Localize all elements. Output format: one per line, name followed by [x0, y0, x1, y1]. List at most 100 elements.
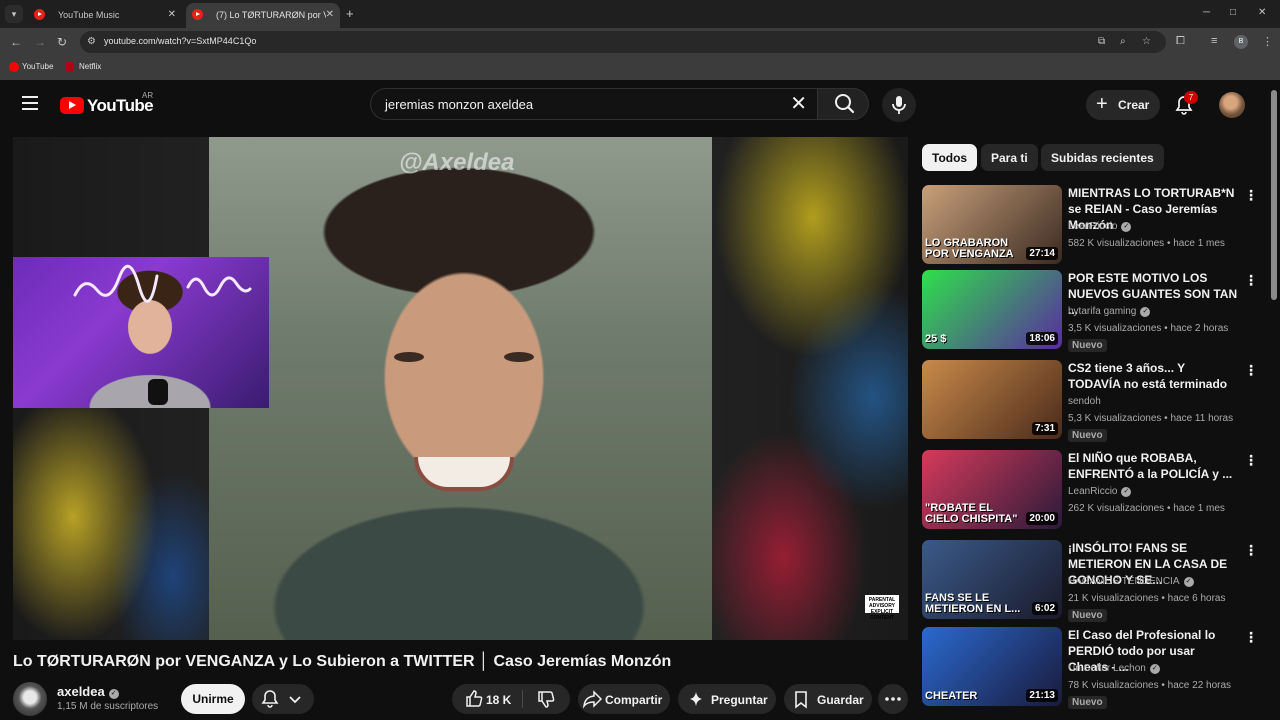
- channel-name[interactable]: axeldea ✓: [57, 684, 119, 699]
- like-dislike-group: 18 K: [452, 684, 570, 714]
- reload-icon[interactable]: ↻: [57, 35, 67, 49]
- bookmark-youtube[interactable]: YouTube: [9, 62, 53, 72]
- extensions-icon[interactable]: ⧠: [1176, 35, 1185, 48]
- chip-subidas-recientes[interactable]: Subidas recientes: [1041, 144, 1164, 171]
- close-icon[interactable]: ✕: [168, 9, 176, 20]
- recommendation-channel[interactable]: HAGAMOS TENDENCIA ✓: [1068, 576, 1194, 587]
- channel-avatar[interactable]: [13, 682, 47, 716]
- join-button[interactable]: Unirme: [181, 684, 245, 714]
- media-controls-icon[interactable]: ≡: [1211, 35, 1217, 47]
- account-avatar[interactable]: [1219, 92, 1245, 118]
- more-vertical-icon[interactable]: ⋮: [1244, 362, 1258, 379]
- duration-badge: 27:14: [1026, 247, 1058, 260]
- duration-badge: 6:02: [1031, 602, 1058, 615]
- recommendation-channel[interactable]: sendoh: [1068, 396, 1101, 407]
- video-thumbnail[interactable]: 25 $ 18:06: [922, 270, 1062, 349]
- verified-icon: ✓: [1121, 222, 1132, 232]
- channel-name-text[interactable]: Un Señor Lechon: [1068, 663, 1146, 674]
- address-bar[interactable]: ⚙ youtube.com/watch?v=SxtMP44C1Qo ⧉ ⌕ ☆: [80, 31, 1166, 53]
- recommendation-item[interactable]: FANS SE LE METIERON EN L... 6:02 ¡INSÓLITO…: [922, 540, 1262, 622]
- video-thumbnail[interactable]: 7:31: [922, 360, 1062, 439]
- video-thumbnail[interactable]: CHEATER 21:13: [922, 627, 1062, 706]
- video-thumbnail[interactable]: FANS SE LE METIERON EN L... 6:02: [922, 540, 1062, 619]
- browser-toolbar: ← → ↻ ⚙ youtube.com/watch?v=SxtMP44C1Qo …: [0, 28, 1280, 56]
- recommendation-title[interactable]: CS2 tiene 3 años... Y TODAVÍA no está te…: [1068, 360, 1238, 392]
- clear-search-icon[interactable]: ✕: [790, 93, 807, 115]
- voice-search-button[interactable]: [882, 88, 916, 122]
- browser-tab-youtube-music[interactable]: YouTube Music ✕: [28, 3, 182, 28]
- page-scrollbar[interactable]: [1271, 90, 1277, 300]
- verified-icon: ✓: [108, 689, 119, 699]
- bookmark-netflix[interactable]: Netflix: [66, 62, 101, 72]
- share-button[interactable]: Compartir: [578, 684, 670, 714]
- recommendation-meta: 582 K visualizaciones • hace 1 mes: [1068, 238, 1225, 249]
- browser-profile-avatar[interactable]: B: [1234, 35, 1248, 49]
- channel-name-text[interactable]: axeldea: [57, 684, 105, 699]
- subscription-notifications-button[interactable]: [252, 684, 314, 714]
- bell-icon: [261, 690, 301, 708]
- new-tab-button[interactable]: +: [346, 6, 354, 21]
- dislike-button[interactable]: [524, 684, 570, 714]
- more-vertical-icon[interactable]: ⋮: [1244, 187, 1258, 204]
- youtube-favicon-icon: [192, 9, 203, 20]
- more-vertical-icon[interactable]: ⋮: [1244, 272, 1258, 289]
- url-text[interactable]: youtube.com/watch?v=SxtMP44C1Qo: [104, 36, 256, 46]
- like-button[interactable]: 18 K: [452, 684, 522, 714]
- more-vertical-icon[interactable]: ⋮: [1244, 629, 1258, 646]
- video-title: Lo TØRTURARØN por VENGANZA y Lo Subieron…: [13, 653, 672, 670]
- forward-arrow-icon[interactable]: →: [34, 35, 46, 49]
- channel-name-text[interactable]: sendoh: [1068, 396, 1101, 407]
- more-vertical-icon[interactable]: ⋮: [1244, 542, 1258, 559]
- video-thumbnail[interactable]: "ROBATE EL CIELO CHISPITA" 20:00: [922, 450, 1062, 529]
- close-window-icon[interactable]: ✕: [1258, 7, 1266, 18]
- recommendation-channel[interactable]: LeanRiccio ✓: [1068, 486, 1132, 497]
- chip-todos[interactable]: Todos: [922, 144, 978, 171]
- more-vertical-icon[interactable]: ⋮: [1244, 452, 1258, 469]
- more-actions-button[interactable]: [878, 684, 908, 714]
- install-app-icon[interactable]: ⧉: [1098, 36, 1105, 47]
- chip-para-ti[interactable]: Para ti: [981, 144, 1038, 171]
- video-thumbnail[interactable]: LO GRABARON POR VENGANZA 27:14: [922, 185, 1062, 264]
- recommendation-channel[interactable]: LeanRiccio ✓: [1068, 221, 1132, 232]
- search-input[interactable]: jeremias monzon axeldea: [385, 97, 533, 112]
- thumbs-down-icon: [538, 691, 555, 708]
- recommendation-item[interactable]: LO GRABARON POR VENGANZA 27:14 MIENTRAS LO…: [922, 185, 1262, 267]
- youtube-favicon-icon: [9, 62, 19, 72]
- maximize-icon[interactable]: □: [1230, 7, 1236, 18]
- ask-label: Preguntar: [711, 693, 768, 707]
- channel-name-text[interactable]: LeanRiccio: [1068, 221, 1117, 232]
- recommendation-item[interactable]: CHEATER 21:13 El Caso del Profesional lo P…: [922, 627, 1262, 709]
- bookmark-icon: [795, 691, 807, 709]
- search-button[interactable]: [817, 88, 869, 120]
- recommendation-item[interactable]: 7:31 CS2 tiene 3 años... Y TODAVÍA no est…: [922, 360, 1262, 442]
- country-code: AR: [142, 91, 154, 100]
- microphone-icon: [892, 96, 906, 114]
- video-player[interactable]: @Axeldea PARENTAL ADVISORY EXPLICIT CONT…: [13, 137, 908, 640]
- recommendation-item[interactable]: 25 $18:06 POR ESTE MOTIVO LOS NUEVOS GUAN…: [922, 270, 1262, 352]
- back-arrow-icon[interactable]: ←: [10, 35, 22, 49]
- recommendation-item[interactable]: "ROBATE EL CIELO CHISPITA" 20:00 El NIÑO q…: [922, 450, 1262, 532]
- close-icon[interactable]: ✕: [326, 9, 334, 20]
- guide-menu-icon[interactable]: [22, 96, 38, 110]
- channel-name-text[interactable]: bytarifa gaming: [1068, 306, 1136, 317]
- channel-name-text[interactable]: LeanRiccio: [1068, 486, 1117, 497]
- channel-name-text[interactable]: HAGAMOS TENDENCIA: [1068, 576, 1180, 587]
- minimize-icon[interactable]: ─: [1203, 7, 1210, 18]
- thumbs-up-icon: [466, 690, 483, 707]
- create-button[interactable]: + Crear: [1086, 90, 1160, 120]
- recommendation-channel[interactable]: bytarifa gaming ✓: [1068, 306, 1151, 317]
- recommendation-meta: 262 K visualizaciones • hace 1 mes: [1068, 503, 1225, 514]
- tab-search-button[interactable]: ▾: [5, 5, 23, 23]
- search-box[interactable]: jeremias monzon axeldea ✕: [370, 88, 817, 120]
- browser-menu-icon[interactable]: ⋮: [1262, 35, 1273, 48]
- bookmark-star-icon[interactable]: ☆: [1142, 36, 1151, 47]
- create-label: Crear: [1118, 98, 1150, 112]
- site-info-icon[interactable]: ⚙: [87, 36, 99, 48]
- zoom-icon[interactable]: ⌕: [1120, 36, 1126, 47]
- thumbnail-caption: LO GRABARON POR VENGANZA: [925, 237, 1014, 260]
- recommendation-title[interactable]: El NIÑO que ROBABA, ENFRENTÓ a la POLICÍ…: [1068, 450, 1238, 482]
- save-button[interactable]: Guardar: [784, 684, 872, 714]
- recommendation-channel[interactable]: Un Señor Lechon ✓: [1068, 663, 1160, 674]
- browser-tab-video[interactable]: (7) Lo TØRTURARØN por VENGANZA y Lo Subi…: [186, 3, 340, 28]
- ask-button[interactable]: Preguntar: [678, 684, 776, 714]
